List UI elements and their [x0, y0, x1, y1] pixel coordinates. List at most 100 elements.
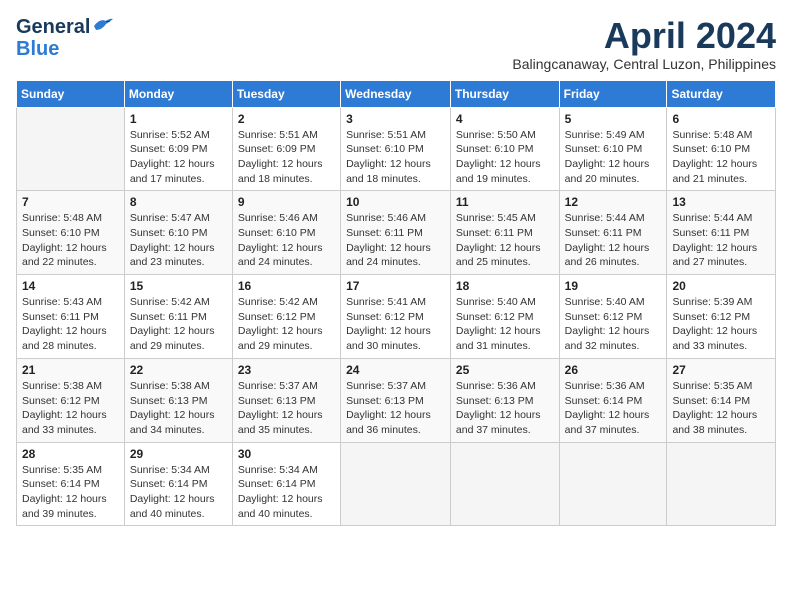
day-info: Sunrise: 5:39 AM Sunset: 6:12 PM Dayligh…: [672, 295, 770, 354]
calendar-cell: 30 Sunrise: 5:34 AM Sunset: 6:14 PM Dayli…: [232, 442, 340, 526]
day-info: Sunrise: 5:37 AM Sunset: 6:13 PM Dayligh…: [238, 379, 335, 438]
day-number: 14: [22, 279, 119, 293]
day-number: 6: [672, 112, 770, 126]
calendar-cell: [559, 442, 667, 526]
day-number: 3: [346, 112, 445, 126]
day-info: Sunrise: 5:51 AM Sunset: 6:10 PM Dayligh…: [346, 128, 445, 187]
day-number: 29: [130, 447, 227, 461]
calendar-cell: 23 Sunrise: 5:37 AM Sunset: 6:13 PM Dayli…: [232, 358, 340, 442]
day-info: Sunrise: 5:34 AM Sunset: 6:14 PM Dayligh…: [238, 463, 335, 522]
calendar-cell: [450, 442, 559, 526]
day-info: Sunrise: 5:38 AM Sunset: 6:13 PM Dayligh…: [130, 379, 227, 438]
day-info: Sunrise: 5:34 AM Sunset: 6:14 PM Dayligh…: [130, 463, 227, 522]
day-info: Sunrise: 5:46 AM Sunset: 6:10 PM Dayligh…: [238, 211, 335, 270]
day-info: Sunrise: 5:35 AM Sunset: 6:14 PM Dayligh…: [22, 463, 119, 522]
day-info: Sunrise: 5:44 AM Sunset: 6:11 PM Dayligh…: [672, 211, 770, 270]
day-number: 18: [456, 279, 554, 293]
day-info: Sunrise: 5:36 AM Sunset: 6:13 PM Dayligh…: [456, 379, 554, 438]
day-number: 17: [346, 279, 445, 293]
day-info: Sunrise: 5:52 AM Sunset: 6:09 PM Dayligh…: [130, 128, 227, 187]
calendar-header-friday: Friday: [559, 80, 667, 107]
calendar-cell: [341, 442, 451, 526]
day-info: Sunrise: 5:43 AM Sunset: 6:11 PM Dayligh…: [22, 295, 119, 354]
day-number: 25: [456, 363, 554, 377]
day-number: 26: [565, 363, 662, 377]
calendar-cell: 12 Sunrise: 5:44 AM Sunset: 6:11 PM Dayli…: [559, 191, 667, 275]
day-info: Sunrise: 5:47 AM Sunset: 6:10 PM Dayligh…: [130, 211, 227, 270]
day-info: Sunrise: 5:50 AM Sunset: 6:10 PM Dayligh…: [456, 128, 554, 187]
calendar-cell: 20 Sunrise: 5:39 AM Sunset: 6:12 PM Dayli…: [667, 275, 776, 359]
calendar-cell: 17 Sunrise: 5:41 AM Sunset: 6:12 PM Dayli…: [341, 275, 451, 359]
calendar-cell: 21 Sunrise: 5:38 AM Sunset: 6:12 PM Dayli…: [17, 358, 125, 442]
calendar-cell: 6 Sunrise: 5:48 AM Sunset: 6:10 PM Daylig…: [667, 107, 776, 191]
calendar-cell: 9 Sunrise: 5:46 AM Sunset: 6:10 PM Daylig…: [232, 191, 340, 275]
day-info: Sunrise: 5:42 AM Sunset: 6:11 PM Dayligh…: [130, 295, 227, 354]
day-number: 28: [22, 447, 119, 461]
calendar-header-monday: Monday: [124, 80, 232, 107]
day-info: Sunrise: 5:35 AM Sunset: 6:14 PM Dayligh…: [672, 379, 770, 438]
calendar-week-2: 7 Sunrise: 5:48 AM Sunset: 6:10 PM Daylig…: [17, 191, 776, 275]
day-number: 5: [565, 112, 662, 126]
logo-blue: Blue: [16, 38, 59, 60]
day-info: Sunrise: 5:44 AM Sunset: 6:11 PM Dayligh…: [565, 211, 662, 270]
calendar-header-row: SundayMondayTuesdayWednesdayThursdayFrid…: [17, 80, 776, 107]
day-number: 1: [130, 112, 227, 126]
location-subtitle: Balingcanaway, Central Luzon, Philippine…: [512, 56, 776, 72]
day-number: 7: [22, 195, 119, 209]
day-number: 22: [130, 363, 227, 377]
calendar-header-sunday: Sunday: [17, 80, 125, 107]
day-number: 13: [672, 195, 770, 209]
calendar-cell: 4 Sunrise: 5:50 AM Sunset: 6:10 PM Daylig…: [450, 107, 559, 191]
title-area: April 2024 Balingcanaway, Central Luzon,…: [512, 16, 776, 72]
calendar-cell: 18 Sunrise: 5:40 AM Sunset: 6:12 PM Dayli…: [450, 275, 559, 359]
calendar-header-wednesday: Wednesday: [341, 80, 451, 107]
day-number: 4: [456, 112, 554, 126]
day-info: Sunrise: 5:46 AM Sunset: 6:11 PM Dayligh…: [346, 211, 445, 270]
calendar-cell: 28 Sunrise: 5:35 AM Sunset: 6:14 PM Dayli…: [17, 442, 125, 526]
calendar-cell: 8Sunrise: 5:47 AM Sunset: 6:10 PM Daylig…: [124, 191, 232, 275]
calendar-cell: 11 Sunrise: 5:45 AM Sunset: 6:11 PM Dayli…: [450, 191, 559, 275]
day-number: 11: [456, 195, 554, 209]
day-info: Sunrise: 5:48 AM Sunset: 6:10 PM Dayligh…: [672, 128, 770, 187]
calendar-cell: 3 Sunrise: 5:51 AM Sunset: 6:10 PM Daylig…: [341, 107, 451, 191]
day-info: Sunrise: 5:48 AM Sunset: 6:10 PM Dayligh…: [22, 211, 119, 270]
calendar-cell: 2Sunrise: 5:51 AM Sunset: 6:09 PM Daylig…: [232, 107, 340, 191]
day-number: 12: [565, 195, 662, 209]
calendar-table: SundayMondayTuesdayWednesdayThursdayFrid…: [16, 80, 776, 527]
day-info: Sunrise: 5:36 AM Sunset: 6:14 PM Dayligh…: [565, 379, 662, 438]
calendar-header-saturday: Saturday: [667, 80, 776, 107]
day-number: 19: [565, 279, 662, 293]
calendar-cell: [667, 442, 776, 526]
calendar-header-thursday: Thursday: [450, 80, 559, 107]
logo-general: General: [16, 16, 90, 38]
day-number: 23: [238, 363, 335, 377]
calendar-cell: [17, 107, 125, 191]
day-info: Sunrise: 5:41 AM Sunset: 6:12 PM Dayligh…: [346, 295, 445, 354]
day-info: Sunrise: 5:38 AM Sunset: 6:12 PM Dayligh…: [22, 379, 119, 438]
day-number: 27: [672, 363, 770, 377]
day-info: Sunrise: 5:40 AM Sunset: 6:12 PM Dayligh…: [456, 295, 554, 354]
calendar-week-3: 14 Sunrise: 5:43 AM Sunset: 6:11 PM Dayli…: [17, 275, 776, 359]
day-number: 20: [672, 279, 770, 293]
month-title: April 2024: [512, 16, 776, 56]
day-info: Sunrise: 5:49 AM Sunset: 6:10 PM Dayligh…: [565, 128, 662, 187]
logo: General Blue: [16, 16, 114, 60]
calendar-week-4: 21 Sunrise: 5:38 AM Sunset: 6:12 PM Dayli…: [17, 358, 776, 442]
day-number: 21: [22, 363, 119, 377]
calendar-cell: 22 Sunrise: 5:38 AM Sunset: 6:13 PM Dayli…: [124, 358, 232, 442]
calendar-cell: 27 Sunrise: 5:35 AM Sunset: 6:14 PM Dayli…: [667, 358, 776, 442]
calendar-cell: 29 Sunrise: 5:34 AM Sunset: 6:14 PM Dayli…: [124, 442, 232, 526]
calendar-cell: 1 Sunrise: 5:52 AM Sunset: 6:09 PM Daylig…: [124, 107, 232, 191]
calendar-cell: 19Sunrise: 5:40 AM Sunset: 6:12 PM Dayli…: [559, 275, 667, 359]
day-info: Sunrise: 5:37 AM Sunset: 6:13 PM Dayligh…: [346, 379, 445, 438]
calendar-cell: 13 Sunrise: 5:44 AM Sunset: 6:11 PM Dayli…: [667, 191, 776, 275]
page-header: General Blue April 2024 Balingcanaway, C…: [16, 16, 776, 72]
day-number: 30: [238, 447, 335, 461]
calendar-week-1: 1 Sunrise: 5:52 AM Sunset: 6:09 PM Daylig…: [17, 107, 776, 191]
day-info: Sunrise: 5:45 AM Sunset: 6:11 PM Dayligh…: [456, 211, 554, 270]
day-number: 2: [238, 112, 335, 126]
day-number: 9: [238, 195, 335, 209]
day-info: Sunrise: 5:42 AM Sunset: 6:12 PM Dayligh…: [238, 295, 335, 354]
calendar-cell: 10Sunrise: 5:46 AM Sunset: 6:11 PM Dayli…: [341, 191, 451, 275]
calendar-header-tuesday: Tuesday: [232, 80, 340, 107]
